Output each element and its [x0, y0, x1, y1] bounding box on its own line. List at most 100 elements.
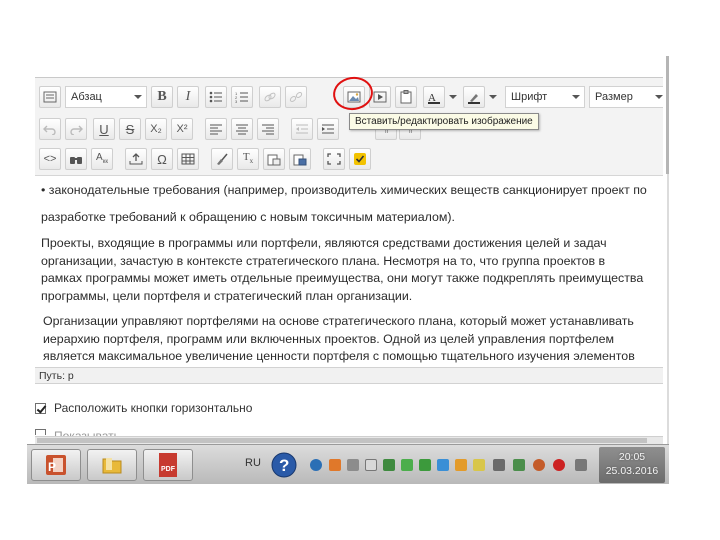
fullscreen-button[interactable]: [323, 148, 345, 170]
content-paragraph-4: Организации управляют портфелями на осно…: [43, 314, 635, 363]
windows-taskbar: P PDF RU ? 20:05 25.03.2016: [27, 444, 669, 484]
fullscreen-icon: [327, 153, 341, 165]
horizontal-buttons-checkbox[interactable]: [35, 402, 46, 414]
special-character-button[interactable]: Ω: [151, 148, 173, 170]
spellcheck-button[interactable]: Aкк: [91, 148, 113, 170]
font-family-select[interactable]: Шрифт: [505, 86, 585, 108]
numbered-list-button[interactable]: 123: [231, 86, 253, 108]
font-size-select[interactable]: Размер: [589, 86, 663, 108]
content-paragraph-2: разработке требований к обращению с новы…: [41, 210, 455, 224]
highlight-brush-icon: [468, 93, 480, 104]
html-source-button[interactable]: <>: [39, 148, 61, 170]
tray-notes-icon[interactable]: [473, 459, 485, 471]
content-paragraph-1: • законодательные требования (например, …: [41, 183, 647, 197]
link-icon: [264, 92, 276, 102]
binoculars-icon: [70, 157, 82, 164]
tray-download-icon[interactable]: [401, 459, 413, 471]
vertical-scrollbar-thumb[interactable]: [666, 56, 669, 174]
tray-alert-icon[interactable]: [553, 459, 565, 471]
system-clock[interactable]: 20:05 25.03.2016: [599, 450, 665, 478]
underline-button[interactable]: U: [93, 118, 115, 140]
clear-formatting-button[interactable]: Tx: [237, 148, 259, 170]
pdf-icon-label: PDF: [161, 466, 176, 473]
svg-text:?: ?: [279, 456, 289, 475]
omega-icon: Ω: [157, 151, 167, 167]
taskbar-explorer[interactable]: [87, 449, 137, 481]
align-right-button[interactable]: [257, 118, 279, 140]
clean-formatting-button[interactable]: [211, 148, 233, 170]
chevron-down-icon: [489, 95, 497, 99]
format-select[interactable]: Абзац: [65, 86, 147, 108]
horizontal-scrollbar-thumb[interactable]: [37, 438, 647, 443]
underline-icon: U: [99, 121, 109, 137]
redo-button[interactable]: [65, 118, 87, 140]
align-right-icon: [262, 124, 274, 135]
option-horizontal-buttons[interactable]: Расположить кнопки горизонтально: [35, 400, 252, 416]
outdent-button[interactable]: [291, 118, 313, 140]
tray-cloud-icon[interactable]: [437, 459, 449, 471]
subscript-button[interactable]: X₂: [145, 118, 167, 140]
tray-browser-icon[interactable]: [310, 459, 322, 471]
bold-button[interactable]: B: [151, 86, 173, 108]
tray-chart-icon[interactable]: [513, 459, 525, 471]
accessibility-check-button[interactable]: [349, 148, 371, 170]
text-color-button[interactable]: A: [423, 86, 445, 108]
outdent-icon: [296, 124, 308, 134]
keyboard-language[interactable]: RU: [245, 457, 261, 469]
second-option-checkbox[interactable]: [35, 429, 46, 435]
strikethrough-button[interactable]: S: [119, 118, 141, 140]
insert-image-tooltip: Вставить/редактировать изображение: [349, 113, 539, 130]
network-icon[interactable]: [493, 459, 505, 471]
screenshot: Абзац B I 123 A Шрифт Размер U S X₂ X² <…: [27, 40, 669, 484]
background-color-button[interactable]: [463, 86, 485, 108]
editor-content[interactable]: • законодательные требования (например, …: [41, 182, 653, 367]
insert-table-button[interactable]: [177, 148, 199, 170]
insert-link-button[interactable]: [259, 86, 281, 108]
clock-date: 25.03.2016: [605, 465, 659, 477]
rss-icon[interactable]: [455, 459, 467, 471]
taskbar-pdf[interactable]: PDF: [143, 449, 193, 481]
text-color-icon: A: [428, 92, 440, 104]
tray-torrent-icon[interactable]: [419, 459, 431, 471]
indent-button[interactable]: [317, 118, 339, 140]
table-icon: [181, 153, 195, 165]
speaker-icon[interactable]: [347, 459, 359, 471]
toolbar-toggle-button[interactable]: [39, 86, 61, 108]
clipboard-icon: [400, 90, 412, 104]
tray-app-icon[interactable]: [329, 459, 341, 471]
paste-word-button[interactable]: [289, 148, 311, 170]
tray-antivirus-icon[interactable]: [533, 459, 545, 471]
bold-icon: B: [157, 89, 167, 104]
tray-update-icon[interactable]: [383, 459, 395, 471]
paste-button[interactable]: [395, 86, 417, 108]
paste-text-button[interactable]: [263, 148, 285, 170]
align-center-button[interactable]: [231, 118, 253, 140]
find-replace-button[interactable]: [65, 148, 87, 170]
font-family-value: Шрифт: [511, 91, 548, 103]
upload-button[interactable]: [125, 148, 147, 170]
bulleted-list-button[interactable]: [205, 86, 227, 108]
taskbar-powerpoint[interactable]: P: [31, 449, 81, 481]
superscript-button[interactable]: X²: [171, 118, 193, 140]
italic-button[interactable]: I: [177, 86, 199, 108]
undo-button[interactable]: [39, 118, 61, 140]
tray-display-icon[interactable]: [575, 459, 587, 471]
align-left-button[interactable]: [205, 118, 227, 140]
help-icon[interactable]: ?: [271, 452, 297, 478]
flag-icon[interactable]: [365, 459, 377, 471]
toolbar-toggle-icon: [43, 91, 57, 103]
background-color-dropdown[interactable]: [487, 86, 499, 108]
strikethrough-icon: S: [125, 121, 135, 137]
horizontal-buttons-label: Расположить кнопки горизонтально: [54, 401, 253, 415]
option-second[interactable]: Показывать: [35, 428, 174, 436]
subscript-icon: X₂: [150, 122, 162, 135]
element-path-bar: Путь: p: [35, 367, 663, 384]
folder-icon: [102, 458, 122, 474]
pdf-icon: PDF: [159, 453, 177, 477]
text-color-dropdown[interactable]: [447, 86, 459, 108]
numbered-list-icon: 123: [235, 91, 248, 103]
chevron-down-icon: [449, 95, 457, 99]
remove-link-button[interactable]: [285, 86, 307, 108]
second-option-label: Показывать: [54, 428, 120, 436]
svg-text:P: P: [48, 460, 56, 474]
